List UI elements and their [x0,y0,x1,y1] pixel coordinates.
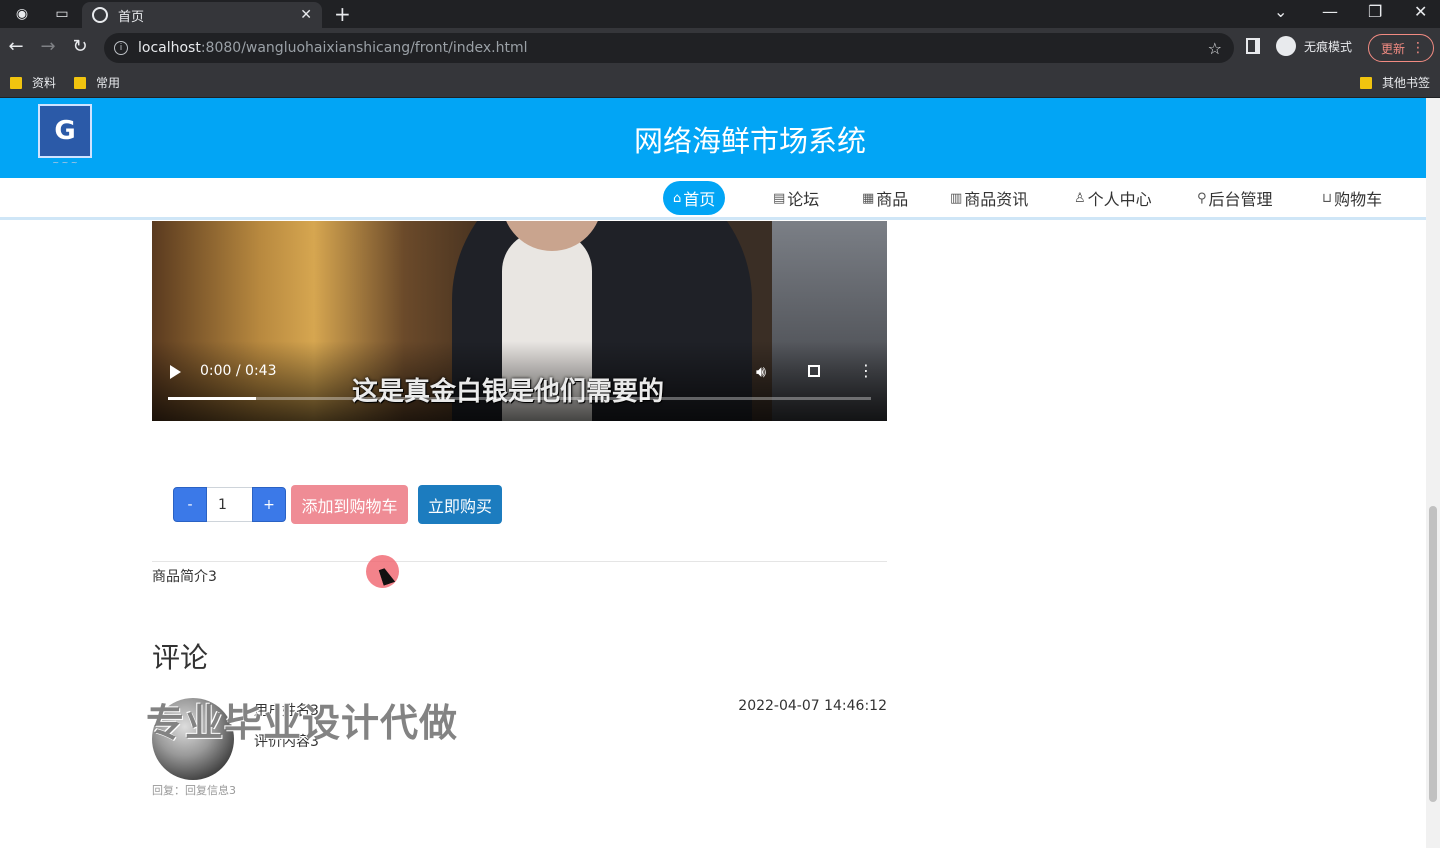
nav-label: 后台管理 [1208,190,1273,209]
site-nav: ⌂ 首页 ▤ 论坛 ▦ 商品 ▥ 商品资讯 ♙ 个人中心 ⚲ 后台管理 ⊔ 购物车 [0,178,1426,220]
site-info-icon[interactable]: i [114,41,128,55]
watermark-text: 专业毕业设计代做 [146,701,459,745]
nav-cart[interactable]: ⊔ 购物车 [1322,181,1382,215]
comment-reply: 回复：回复信息3 [152,784,236,797]
side-panel-icon[interactable] [1246,38,1260,54]
forward-icon[interactable]: → [37,36,59,57]
cart-icon: ⊔ [1322,190,1333,206]
site-title: 网络海鲜市场系统 [633,124,866,158]
browser-toolbar: ← → ↻ i localhost:8080/wangluohaixianshi… [0,28,1440,68]
tab-title: 首页 [118,9,145,25]
link-icon: ⚲ [1197,190,1207,206]
close-window-icon[interactable]: ✕ [1414,2,1427,21]
site-header: G ~ ~ ~ 网络海鲜市场系统 [0,98,1426,178]
product-video[interactable]: 这是真金白银是他们需要的 0:00 / 0:43 🔊︎ ⋮ [152,221,887,421]
other-bookmarks-label: 其他书签 [1382,76,1431,90]
browser-tab[interactable]: 首页 ✕ [82,2,322,28]
nav-news[interactable]: ▥ 商品资讯 [950,181,1028,215]
video-subtitle: 这是真金白银是他们需要的 [352,377,665,407]
nav-label: 论坛 [787,190,820,209]
update-label: 更新 [1381,41,1406,56]
restore-icon[interactable]: ❐ [1368,2,1382,21]
scrollbar-thumb[interactable] [1429,506,1437,802]
comments-heading: 评论 [152,641,209,674]
add-to-cart-button[interactable]: 添加到购物车 [291,485,408,524]
folder-icon [10,76,22,89]
video-progress-bar[interactable] [168,397,871,400]
new-tab-icon[interactable]: + [334,2,351,26]
nav-home[interactable]: ⌂ 首页 [663,181,726,215]
nav-label: 首页 [683,190,716,209]
nav-forum[interactable]: ▤ 论坛 [773,181,819,215]
address-bar[interactable]: i localhost:8080/wangluohaixianshicang/f… [104,33,1234,63]
other-bookmarks[interactable]: 其他书签 [1360,74,1430,91]
browser-tab-bar: ◉ ▭ 首页 ✕ + ⌄ — ❐ ✕ [0,0,1440,28]
tab-overview-icon[interactable]: ▭ [52,4,72,24]
user-icon: ♙ [1074,190,1086,206]
update-button[interactable]: 更新 ⋮ [1368,34,1434,62]
product-intro: 商品简介3 [152,569,217,585]
nav-products[interactable]: ▦ 商品 [862,181,908,215]
quantity-increase-button[interactable]: + [252,487,286,522]
bookmark-label: 资料 [32,76,57,90]
video-time: 0:00 / 0:43 [200,363,277,379]
news-icon: ▥ [950,190,963,206]
video-more-icon[interactable]: ⋮ [858,361,874,380]
fullscreen-icon[interactable] [808,365,820,377]
comment-time: 2022-04-07 14:46:12 [738,698,887,714]
volume-icon[interactable]: 🔊︎ [756,362,766,382]
url-path: :8080/wangluohaixianshicang/front/index.… [200,40,528,56]
browser-globe-icon[interactable]: ◉ [12,4,32,24]
nav-label: 个人中心 [1087,190,1152,209]
quantity-input[interactable] [207,487,252,522]
incognito-indicator[interactable]: 无痕模式 [1276,36,1352,56]
play-icon[interactable] [170,365,181,379]
minimize-icon[interactable]: — [1322,2,1338,21]
reload-icon[interactable]: ↻ [69,36,91,57]
bookmarks-bar: 资料 常用 其他书签 [0,68,1440,98]
bookmark-label: 常用 [96,76,121,90]
section-divider [152,561,887,562]
nav-admin[interactable]: ⚲ 后台管理 [1197,181,1273,215]
back-icon[interactable]: ← [5,36,27,57]
gift-icon: ▦ [862,190,875,206]
tab-close-icon[interactable]: ✕ [300,7,312,23]
folder-icon [1360,76,1372,89]
nav-profile[interactable]: ♙ 个人中心 [1074,181,1152,215]
tab-favicon-icon [92,7,108,23]
tab-search-icon[interactable]: ⌄ [1274,2,1287,21]
bookmark-folder[interactable]: 资料 [10,74,56,91]
video-progress-fill [168,397,256,400]
nav-label: 购物车 [1334,190,1383,209]
home-icon: ⌂ [673,190,682,206]
incognito-label: 无痕模式 [1304,39,1353,54]
bookmark-folder[interactable]: 常用 [74,74,120,91]
bookmark-star-icon[interactable]: ☆ [1208,39,1222,58]
nav-label: 商品资讯 [964,190,1029,209]
page-scrollbar[interactable] [1426,98,1440,848]
menu-dots-icon[interactable]: ⋮ [1411,40,1425,56]
nav-label: 商品 [876,190,909,209]
forum-icon: ▤ [773,190,786,206]
url-host: localhost [138,40,201,56]
quantity-decrease-button[interactable]: - [173,487,207,522]
folder-icon [74,76,86,89]
incognito-icon [1276,36,1296,56]
buy-now-button[interactable]: 立即购买 [418,485,502,524]
